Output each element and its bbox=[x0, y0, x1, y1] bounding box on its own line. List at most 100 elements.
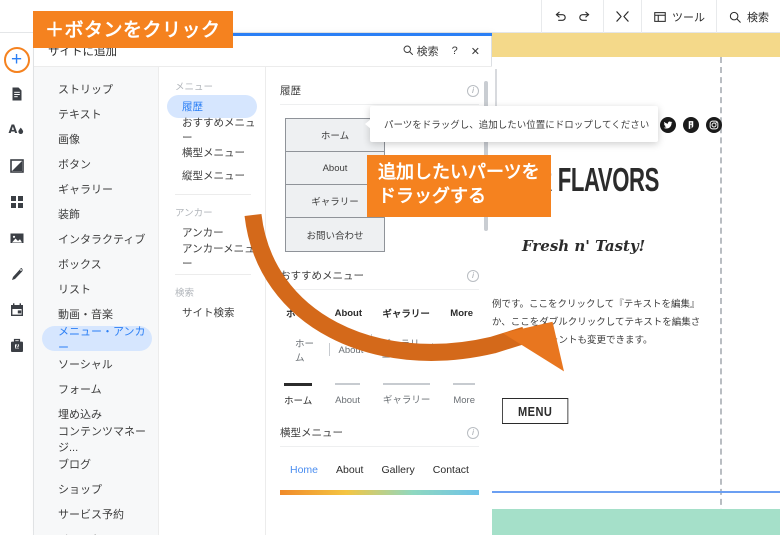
preview-section-header-horizontal: 横型メニュー i bbox=[280, 419, 479, 447]
twitter-icon[interactable] bbox=[660, 117, 676, 138]
panel-close-button[interactable]: ✕ bbox=[471, 45, 480, 58]
category-item[interactable]: 画像 bbox=[42, 126, 152, 151]
top-search-button[interactable]: 検索 bbox=[728, 0, 769, 33]
canvas-body-text[interactable]: 例です。ここをクリックして『テキストを編集』か、ここをダブルクリックしてテキスト… bbox=[492, 296, 707, 350]
category-item[interactable]: フォーム bbox=[42, 376, 152, 401]
category-item[interactable]: ボタン bbox=[42, 151, 152, 176]
menu-item[interactable]: About bbox=[336, 464, 363, 476]
apps-button[interactable] bbox=[0, 186, 34, 222]
preview-section-title: 横型メニュー bbox=[280, 427, 343, 439]
info-icon[interactable]: i bbox=[467, 426, 479, 439]
vertical-menu-item[interactable]: お問い合わせ bbox=[286, 218, 384, 251]
pages-button[interactable] bbox=[0, 78, 34, 114]
info-icon[interactable]: i bbox=[467, 84, 479, 97]
horizontal-menu-divided-preview[interactable]: ホーム About ギャラリー More bbox=[280, 334, 479, 364]
calendar-icon bbox=[9, 302, 25, 323]
panel-header-actions: 検索 ? ✕ bbox=[402, 43, 492, 59]
menu-item-underline bbox=[382, 383, 431, 385]
category-item[interactable]: ブログ bbox=[42, 451, 152, 476]
subcategory-divider bbox=[175, 274, 251, 275]
draw-button[interactable] bbox=[0, 258, 34, 294]
category-item[interactable]: ボックス bbox=[42, 251, 152, 276]
category-item[interactable]: サービス予約 bbox=[42, 501, 152, 526]
tools-label: ツール bbox=[672, 11, 705, 24]
panel-help-button[interactable]: ? bbox=[452, 45, 458, 57]
category-item[interactable]: ショップ bbox=[42, 476, 152, 501]
menu-item-label: ホーム bbox=[284, 396, 313, 407]
menu-item[interactable]: Home bbox=[290, 464, 318, 476]
annotation-step2: 追加したいパーツを ドラッグする bbox=[367, 155, 551, 217]
menu-item[interactable]: ギャラリー bbox=[382, 306, 430, 320]
canvas-menu-button[interactable]: MENU bbox=[502, 398, 569, 424]
design-text-button[interactable]: A bbox=[0, 114, 34, 150]
undo-icon[interactable] bbox=[553, 9, 568, 24]
redo-icon[interactable] bbox=[577, 9, 592, 24]
info-icon[interactable]: i bbox=[467, 269, 479, 282]
menu-item-underline bbox=[284, 383, 313, 386]
business-button[interactable]: A bbox=[0, 330, 34, 366]
contrast-icon bbox=[9, 158, 25, 179]
menu-item-label: About bbox=[335, 395, 360, 406]
plus-icon: + bbox=[3, 47, 30, 73]
annotation-step1: ＋ボタンをクリック bbox=[33, 11, 233, 48]
category-item[interactable]: ギャラリー bbox=[42, 176, 152, 201]
category-item[interactable]: コンテンツマネージ... bbox=[42, 426, 152, 454]
menu-item[interactable]: Gallery bbox=[382, 464, 415, 476]
menu-item[interactable]: About bbox=[335, 383, 360, 409]
add-button[interactable]: + bbox=[0, 42, 34, 78]
subcategory-item[interactable]: 横型メニュー bbox=[167, 141, 257, 164]
tools-group: ツール bbox=[641, 0, 716, 33]
tools-button[interactable]: ツール bbox=[653, 0, 705, 33]
menu-item[interactable]: More bbox=[432, 342, 473, 356]
canvas-green-band bbox=[492, 509, 780, 535]
instagram-icon[interactable] bbox=[706, 117, 722, 138]
category-item[interactable]: テキスト bbox=[42, 101, 152, 126]
search-icon bbox=[728, 10, 742, 24]
theme-button[interactable] bbox=[0, 150, 34, 186]
facebook-icon[interactable] bbox=[683, 117, 699, 138]
menu-item[interactable]: More bbox=[453, 383, 475, 409]
subcategory-item[interactable]: サイト検索 bbox=[167, 301, 257, 324]
panel-search-label: 検索 bbox=[416, 46, 439, 58]
menu-item-label: More bbox=[453, 395, 475, 406]
category-list[interactable]: ストリップ テキスト 画像 ボタン ギャラリー 装飾 インタラクティブ ボックス リスト 動画・音… bbox=[34, 67, 159, 535]
canvas-script-text[interactable]: Fresh n' Tasty! bbox=[522, 237, 645, 255]
menu-item[interactable]: ホーム bbox=[286, 306, 314, 320]
category-item[interactable]: メニュー・アンカー bbox=[42, 326, 152, 354]
subcategory-item[interactable]: アンカーメニュー bbox=[167, 243, 257, 270]
subcategory-item[interactable]: 縦型メニュー bbox=[167, 164, 257, 187]
search-icon bbox=[402, 44, 414, 59]
horizontal-menu-plain-preview[interactable]: Home About Gallery Contact bbox=[280, 464, 479, 476]
menu-item[interactable]: ホーム bbox=[286, 336, 330, 364]
menu-item[interactable]: ギャラリー bbox=[382, 383, 431, 409]
wix-editor-window: ペー ツール bbox=[0, 0, 780, 535]
subcategory-item[interactable]: おすすめメニュー bbox=[167, 117, 257, 144]
menu-item[interactable]: ギャラリー bbox=[371, 334, 433, 364]
menu-item[interactable]: About bbox=[328, 342, 373, 356]
annotation-step2-line2: ドラッグする bbox=[378, 186, 486, 207]
panel-search-button[interactable]: 検索 bbox=[402, 43, 439, 59]
horizontal-menu-bold-preview[interactable]: ホーム About ギャラリー More bbox=[280, 306, 479, 321]
collapse-icon[interactable] bbox=[615, 9, 630, 24]
menu-item[interactable]: More bbox=[450, 308, 473, 319]
preview-section-header-recommended: おすすめメニュー i bbox=[280, 262, 479, 290]
category-item[interactable]: ソーシャル bbox=[42, 351, 152, 376]
category-item[interactable]: 装飾 bbox=[42, 201, 152, 226]
category-item[interactable]: インタラクティブ bbox=[42, 226, 152, 251]
menu-item-label: ギャラリー bbox=[382, 395, 431, 406]
menu-item[interactable]: ホーム bbox=[284, 383, 313, 409]
media-button[interactable] bbox=[0, 222, 34, 258]
drag-tooltip: パーツをドラッグし、追加したい位置にドロップしてください bbox=[365, 106, 658, 142]
category-item[interactable]: リスト bbox=[42, 276, 152, 301]
bookings-button[interactable] bbox=[0, 294, 34, 330]
canvas-guide-line bbox=[495, 69, 497, 107]
horizontal-menu-underline-preview[interactable]: ホーム About ギャラリー More bbox=[280, 383, 479, 409]
layout-icon bbox=[653, 10, 667, 24]
menu-item[interactable]: Contact bbox=[433, 464, 469, 476]
subcategory-heading: メニュー bbox=[175, 81, 214, 93]
page-icon bbox=[9, 86, 25, 107]
category-item[interactable]: イベント bbox=[42, 526, 152, 535]
category-item[interactable]: ストリップ bbox=[42, 76, 152, 101]
subcategory-list[interactable]: メニュー 履歴 おすすめメニュー 横型メニュー 縦型メニュー アンカー アンカー アンカーメニ… bbox=[160, 67, 266, 535]
menu-item[interactable]: About bbox=[335, 308, 362, 319]
